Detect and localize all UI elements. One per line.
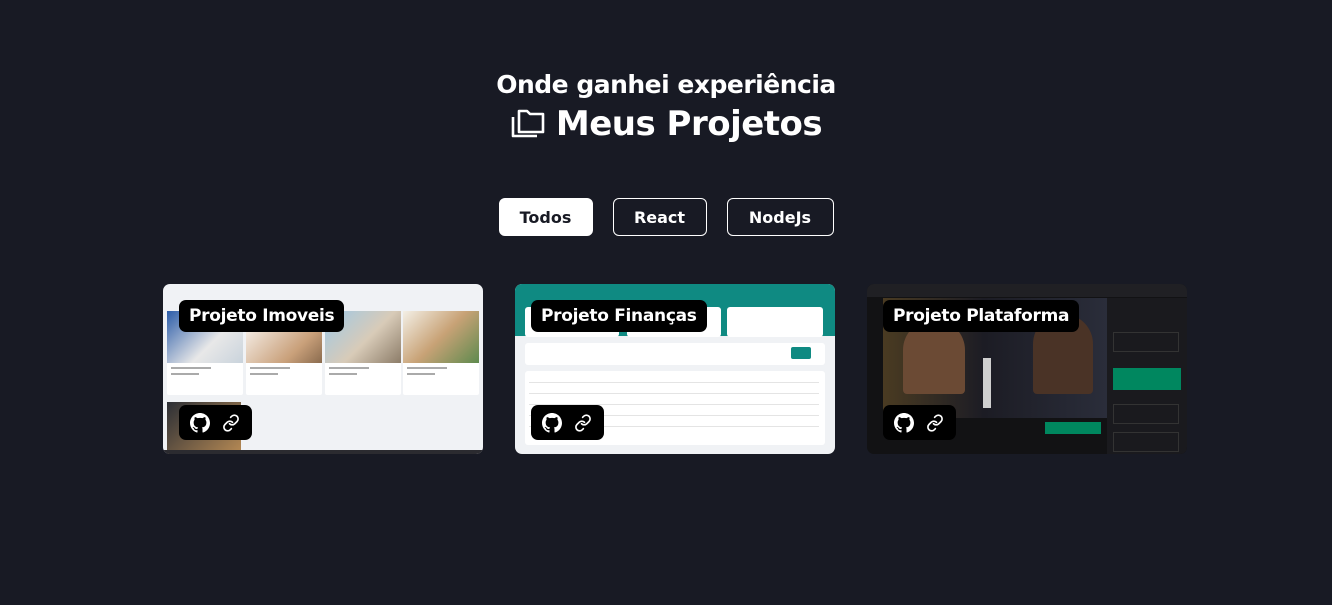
- preview-header-bar: [867, 284, 1187, 297]
- page-title: Meus Projetos: [555, 104, 823, 144]
- folders-icon: [511, 109, 545, 138]
- project-title: Projeto Plataforma: [883, 300, 1080, 332]
- project-card-financas[interactable]: Projeto Finanças: [515, 284, 835, 454]
- link-icon[interactable]: [572, 412, 594, 434]
- preview-form-panel: [525, 343, 825, 365]
- preview-button: [1045, 422, 1101, 434]
- github-icon[interactable]: [541, 412, 563, 434]
- filter-nodejs-button[interactable]: NodeJs: [726, 198, 834, 236]
- preview-table-row: [529, 393, 819, 394]
- project-actions: [531, 405, 604, 440]
- filter-react-button[interactable]: React: [612, 198, 707, 236]
- project-card-imoveis[interactable]: Projeto Imoveis: [163, 284, 483, 454]
- preview-footer: [163, 450, 483, 454]
- section-title: Meus Projetos: [0, 104, 1332, 144]
- project-card-plataforma[interactable]: Projeto Plataforma: [867, 284, 1187, 454]
- preview-summary-box: [727, 307, 823, 337]
- project-actions: [179, 405, 252, 440]
- project-actions: [883, 405, 956, 440]
- github-icon[interactable]: [189, 412, 211, 434]
- project-title: Projeto Imoveis: [179, 300, 345, 332]
- link-icon[interactable]: [924, 412, 946, 434]
- section-subtitle: Onde ganhei experiência: [496, 70, 836, 99]
- preview-listing-tile: [403, 311, 479, 395]
- filter-todos-button[interactable]: Todos: [498, 198, 593, 236]
- link-icon[interactable]: [220, 412, 242, 434]
- preview-table-row: [529, 382, 819, 383]
- preview-sidebar: [1107, 298, 1187, 454]
- project-title: Projeto Finanças: [531, 300, 707, 332]
- filter-bar: Todos React NodeJs: [0, 198, 1332, 236]
- github-icon[interactable]: [893, 412, 915, 434]
